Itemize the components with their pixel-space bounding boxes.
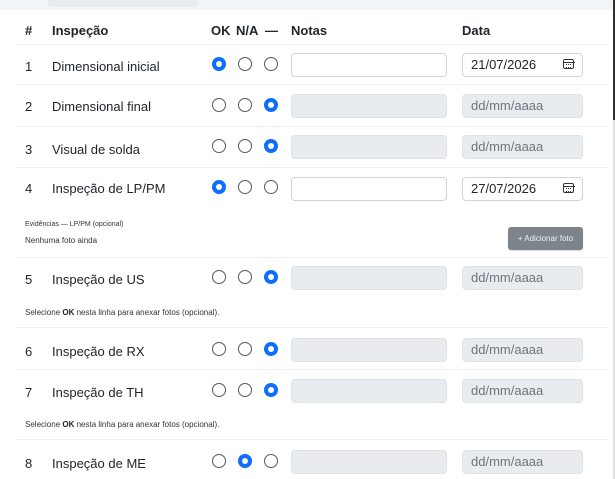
header-na: N/A [236,23,259,38]
calendar-icon[interactable] [562,183,575,193]
notes-input [291,94,447,118]
row-divider [16,327,608,328]
row-number: 1 [25,59,33,74]
notes-input [291,338,447,362]
radio-na[interactable] [238,180,252,194]
notes-input[interactable] [291,177,447,201]
radio-none[interactable] [264,57,278,71]
date-input: dd/mm/aaaa [462,94,583,118]
header-inspection: Inspeção [52,23,109,38]
notes-input [291,135,447,159]
row-number: 3 [25,142,33,157]
radio-ok[interactable] [212,57,226,71]
date-input: dd/mm/aaaa [462,379,583,403]
radio-ok[interactable] [212,270,226,284]
date-input: dd/mm/aaaa [462,338,583,362]
radio-na[interactable] [238,270,252,284]
radio-ok[interactable] [212,383,226,397]
row-label: Inspeção de LP/PM [52,181,166,196]
radio-ok[interactable] [212,454,226,468]
header-date: Data [462,23,491,38]
radio-ok[interactable] [212,139,226,153]
date-input[interactable]: 21/07/2026 [462,53,583,77]
date-placeholder: dd/mm/aaaa [471,383,544,398]
radio-none[interactable] [264,98,278,112]
hint-ok-word: OK [62,308,75,317]
radio-none[interactable] [264,454,278,468]
date-placeholder: dd/mm/aaaa [471,454,544,469]
date-input[interactable]: 27/07/2026 [462,177,583,201]
radio-ok[interactable] [212,342,226,356]
top-strip [0,0,613,10]
hint-text: Selecione OK nesta linha para anexar fot… [25,420,219,429]
header-notes: Notas [291,23,328,38]
top-strip-pill [48,0,198,7]
hint-prefix: Selecione [25,308,63,317]
date-placeholder: dd/mm/aaaa [471,270,544,285]
date-value: 21/07/2026 [471,57,537,72]
radio-na[interactable] [238,383,252,397]
radio-none[interactable] [264,383,278,397]
notes-input [291,379,447,403]
radio-na[interactable] [238,342,252,356]
evidence-title: Evidências — LP/PM (opcional) [25,221,124,228]
row-label: Dimensional final [52,99,151,114]
notes-input[interactable] [291,53,447,77]
notes-input [291,450,447,474]
hint-suffix: nesta linha para anexar fotos (opcional)… [74,420,220,429]
header-ok: OK [211,23,231,38]
date-input: dd/mm/aaaa [462,266,583,290]
date-placeholder: dd/mm/aaaa [471,342,544,357]
row-divider [16,126,608,127]
row-number: 2 [25,99,33,114]
radio-none[interactable] [264,139,278,153]
radio-ok[interactable] [212,98,226,112]
radio-ok[interactable] [212,180,226,194]
row-number: 7 [25,385,33,400]
date-input: dd/mm/aaaa [462,135,583,159]
header-divider [16,44,608,45]
radio-none[interactable] [264,342,278,356]
header-none: — [265,23,278,38]
row-label: Inspeção de ME [52,456,146,471]
radio-na[interactable] [238,454,252,468]
calendar-icon[interactable] [562,59,575,69]
radio-none[interactable] [264,180,278,194]
row-divider [16,439,608,440]
hint-ok-word: OK [62,420,75,429]
notes-input [291,266,447,290]
radio-na[interactable] [238,98,252,112]
date-placeholder: dd/mm/aaaa [471,139,544,154]
row-number: 6 [25,344,33,359]
row-label: Visual de solda [52,142,140,157]
date-placeholder: dd/mm/aaaa [471,98,544,113]
date-input: dd/mm/aaaa [462,450,583,474]
row-label: Dimensional inicial [52,59,160,74]
row-label: Inspeção de RX [52,344,145,359]
row-divider [16,84,608,85]
hint-prefix: Selecione [25,420,63,429]
hint-text: Selecione OK nesta linha para anexar fot… [25,308,219,317]
radio-none[interactable] [264,270,278,284]
row-number: 4 [25,181,33,196]
row-number: 5 [25,272,33,287]
radio-na[interactable] [238,57,252,71]
date-value: 27/07/2026 [471,181,537,196]
radio-na[interactable] [238,139,252,153]
row-label: Inspeção de US [52,272,145,287]
row-divider [16,257,608,258]
evidence-empty-text: Nenhuma foto ainda [25,236,98,245]
header-number: # [25,23,33,38]
row-label: Inspeção de TH [52,385,144,400]
row-divider [16,369,608,370]
row-divider [16,167,608,168]
row-number: 8 [25,456,33,471]
add-photo-button[interactable]: + Adicionar foto [508,227,583,250]
hint-suffix: nesta linha para anexar fotos (opcional)… [74,308,220,317]
